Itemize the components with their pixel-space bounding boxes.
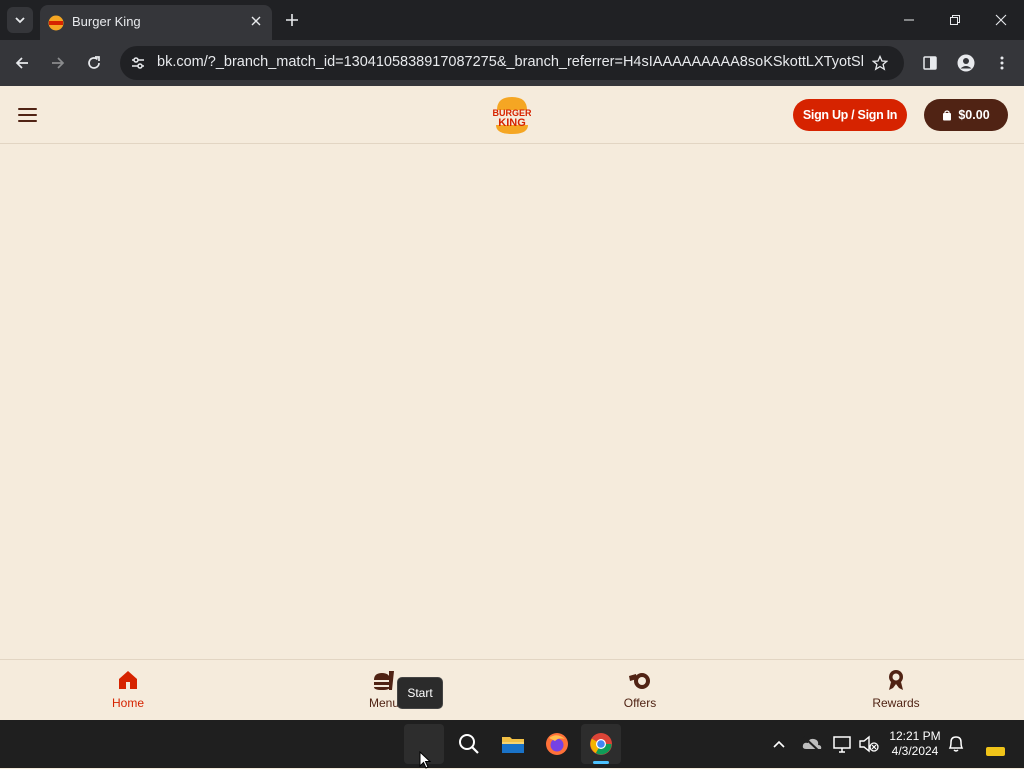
browser-tab-active[interactable]: Burger King [40, 5, 272, 40]
new-tab-button[interactable] [282, 10, 302, 30]
nav-label-rewards: Rewards [872, 696, 920, 710]
window-close-button[interactable] [978, 0, 1024, 40]
site-header: BURGER KING Sign Up / Sign In $0.00 [0, 86, 1024, 144]
search-icon [459, 734, 479, 754]
folder-icon [502, 737, 524, 753]
back-button[interactable] [8, 49, 36, 77]
close-icon [251, 16, 261, 26]
side-panel-button[interactable] [916, 49, 944, 77]
burger-king-favicon-icon [48, 15, 64, 31]
restore-icon [950, 15, 960, 25]
home-icon [119, 671, 137, 689]
windows-taskbar: 12:21 PM 4/3/2024 [0, 720, 1024, 769]
main-content [0, 144, 1024, 659]
browser-menu-button[interactable] [988, 49, 1016, 77]
bookmark-star-button[interactable] [868, 51, 892, 75]
notifications-button[interactable] [946, 734, 966, 754]
profile-button[interactable] [952, 49, 980, 77]
cart-button[interactable]: $0.00 [924, 99, 1008, 131]
clock-date: 4/3/2024 [891, 744, 939, 758]
menu-food-icon [374, 671, 394, 690]
display-tray[interactable] [832, 734, 854, 754]
monitor-icon [833, 736, 851, 753]
clock-time: 12:21 PM [889, 729, 941, 743]
nav-item-offers[interactable]: Offers [580, 660, 700, 721]
cloud-offline-icon [802, 736, 822, 753]
volume-tray[interactable] [858, 734, 880, 754]
rewards-icon [889, 670, 903, 690]
chrome-icon [590, 733, 612, 755]
tab-search-button[interactable] [7, 7, 33, 33]
restore-button[interactable] [932, 0, 978, 40]
forward-button[interactable] [44, 49, 72, 77]
tab-close-button[interactable] [246, 11, 266, 31]
chrome-button[interactable] [581, 724, 621, 764]
browser-tabstrip: Burger King [0, 0, 1024, 40]
side-panel-icon [923, 56, 937, 70]
search-button[interactable] [449, 724, 489, 764]
nav-label-offers: Offers [623, 696, 657, 710]
active-app-indicator [593, 761, 609, 764]
more-vertical-icon [1000, 56, 1004, 70]
arrow-left-icon [15, 57, 28, 69]
file-explorer-button[interactable] [493, 724, 533, 764]
plus-icon [286, 14, 298, 26]
arrow-right-icon [52, 57, 65, 69]
mouse-cursor-icon [419, 751, 432, 769]
pre-release-badge-icon [986, 747, 1005, 756]
bell-icon [948, 736, 964, 752]
clock[interactable]: 12:21 PM 4/3/2024 [880, 729, 950, 759]
reload-button[interactable] [80, 49, 108, 77]
nav-label-home: Home [111, 696, 144, 710]
tune-icon [132, 57, 144, 69]
shopping-bag-icon [943, 109, 952, 120]
bottom-navigation: Home Menu Offers Rewards [0, 659, 1024, 721]
nav-item-rewards[interactable]: Rewards [836, 660, 956, 721]
onedrive-tray[interactable] [801, 734, 823, 754]
firefox-icon [546, 733, 568, 755]
site-info-button[interactable] [126, 51, 150, 75]
nav-item-home[interactable]: Home [68, 660, 188, 721]
url-text: bk.com/?_branch_match_id=130410583891708… [157, 54, 863, 70]
star-icon [872, 55, 888, 71]
browser-toolbar: bk.com/?_branch_match_id=130410583891708… [0, 40, 1024, 86]
offers-icon [629, 673, 650, 689]
cart-total: $0.00 [958, 108, 990, 122]
start-tooltip: Start [397, 677, 443, 709]
minimize-button[interactable] [886, 0, 932, 40]
minimize-icon [904, 19, 914, 21]
volume-muted-icon [859, 735, 879, 753]
show-hidden-icons-button[interactable] [770, 736, 788, 752]
chevron-down-icon [15, 17, 25, 24]
profile-icon [957, 54, 975, 72]
burger-king-logo[interactable]: BURGER KING [493, 95, 531, 135]
close-icon [995, 14, 1007, 26]
signup-signin-button[interactable]: Sign Up / Sign In [793, 99, 907, 131]
chevron-up-icon [773, 740, 785, 748]
tab-title: Burger King [72, 14, 141, 29]
firefox-button[interactable] [537, 724, 577, 764]
hamburger-menu-icon[interactable] [16, 104, 40, 126]
address-bar[interactable]: bk.com/?_branch_match_id=130410583891708… [120, 46, 904, 80]
logo-text-bottom: KING [498, 117, 526, 129]
reload-icon [88, 56, 100, 69]
